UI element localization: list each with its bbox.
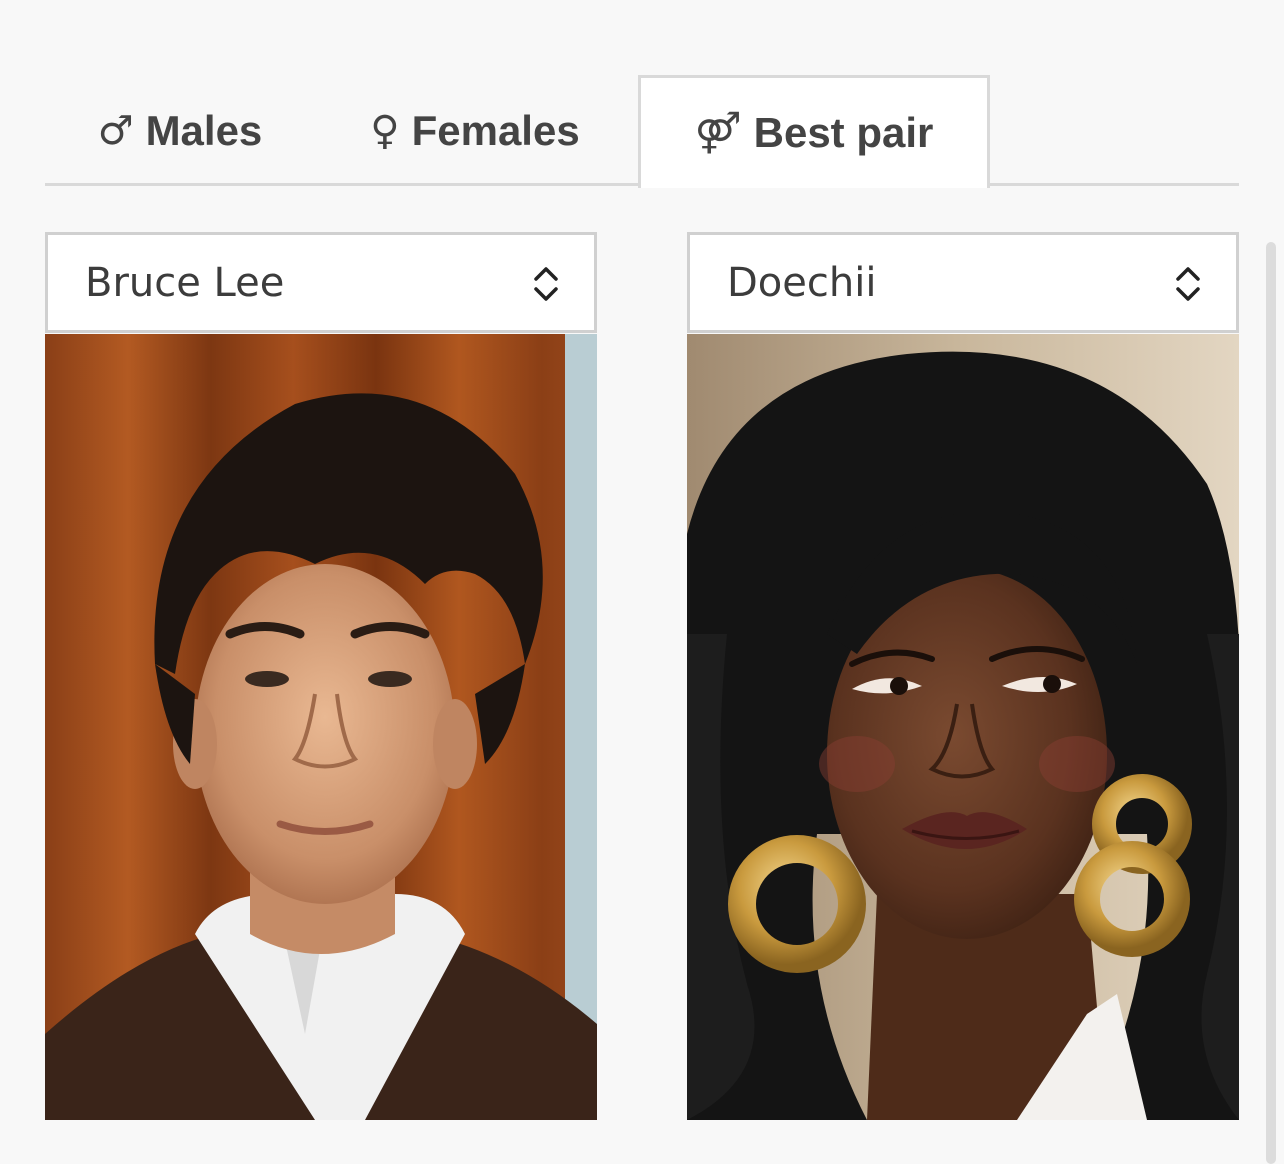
updown-chevron-icon <box>534 267 558 301</box>
best-pair-page: ♂ Males ♀ Females ⚤ Best pair Bruce Lee … <box>0 0 1284 1164</box>
tab-females-label: Females <box>411 106 580 154</box>
female-photo <box>687 334 1239 1120</box>
male-photo <box>45 334 597 1120</box>
tab-best-pair-label: Best pair <box>753 109 934 156</box>
updown-chevron-icon <box>1176 267 1200 301</box>
male-select[interactable]: Bruce Lee <box>45 232 597 333</box>
gender-tabs: ♂ Males ♀ Females ⚤ Best pair <box>45 75 1239 188</box>
tab-best-pair[interactable]: ⚤ Best pair <box>638 75 990 188</box>
tab-males-label: Males <box>145 106 263 154</box>
tab-males[interactable]: ♂ Males <box>85 75 275 186</box>
male-select-value: Bruce Lee <box>85 259 285 306</box>
female-select[interactable]: Doechii <box>687 232 1239 333</box>
male-icon: ♂ <box>97 107 134 154</box>
female-icon: ♀ <box>370 107 400 154</box>
tab-females[interactable]: ♀ Females <box>355 75 595 186</box>
scrollbar[interactable] <box>1266 242 1276 1164</box>
pair-icon: ⚤ <box>694 110 742 156</box>
female-select-value: Doechii <box>727 259 877 306</box>
